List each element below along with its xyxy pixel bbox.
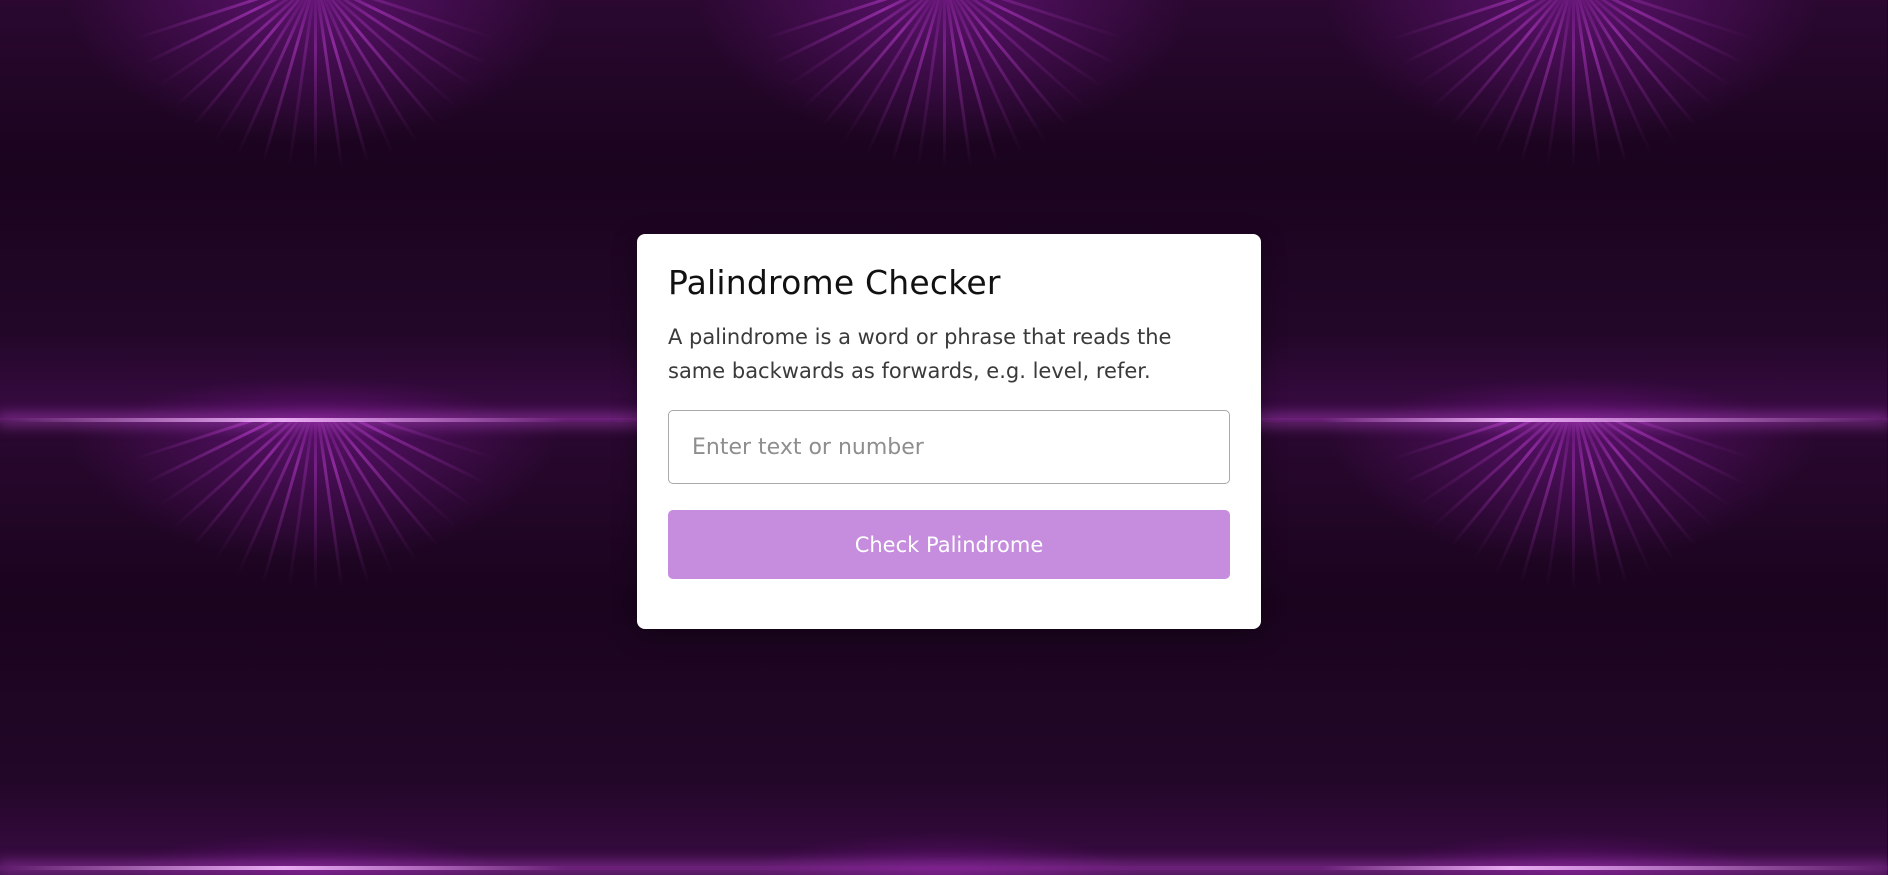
background-ray bbox=[943, 0, 946, 170]
background-tile bbox=[0, 420, 629, 875]
background-tile bbox=[1258, 420, 1887, 875]
background-ray bbox=[314, 420, 317, 590]
palindrome-input[interactable] bbox=[690, 433, 1208, 461]
background-tile bbox=[0, 0, 629, 420]
background-ray bbox=[1572, 0, 1575, 170]
palindrome-card: Palindrome Checker A palindrome is a wor… bbox=[637, 234, 1261, 629]
background-ray bbox=[314, 0, 317, 170]
check-palindrome-button[interactable]: Check Palindrome bbox=[668, 510, 1230, 579]
description-text: A palindrome is a word or phrase that re… bbox=[668, 325, 1172, 383]
background-tile bbox=[1258, 0, 1887, 420]
background-ray bbox=[1572, 420, 1575, 590]
horizon-glow-line bbox=[0, 866, 1888, 870]
page-title: Palindrome Checker bbox=[668, 263, 1001, 302]
text-input-wrapper bbox=[668, 410, 1230, 484]
